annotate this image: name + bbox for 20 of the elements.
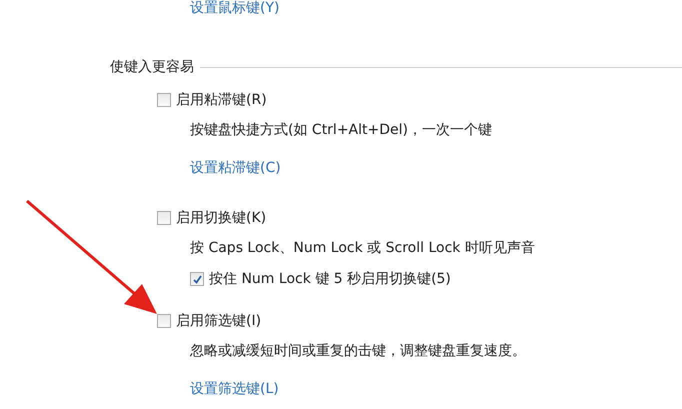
checkbox[interactable]: 启用粘滞键(R): [157, 90, 682, 110]
settings-link[interactable]: 设置筛选键(L): [190, 380, 279, 398]
section-title: 使键入更容易: [110, 58, 194, 77]
checkbox-box[interactable]: [157, 314, 171, 328]
checkbox-box[interactable]: [157, 211, 171, 225]
checkbox[interactable]: 启用筛选键(I): [157, 311, 682, 331]
checkbox-box[interactable]: [190, 272, 204, 286]
checkbox-label: 按住 Num Lock 键 5 秒启用切换键(5): [209, 270, 451, 289]
checkbox[interactable]: 启用切换键(K): [157, 208, 682, 228]
checkbox-label: 启用粘滞键(R): [176, 91, 267, 110]
checkbox-label: 启用筛选键(I): [176, 312, 262, 331]
checkbox[interactable]: 按住 Num Lock 键 5 秒启用切换键(5): [190, 269, 682, 289]
settings-link[interactable]: 设置粘滞键(C): [190, 159, 281, 177]
check-icon: [192, 274, 202, 284]
description-text: 忽略或减缓短时间或重复的击键，调整键盘重复速度。: [190, 342, 527, 361]
settings-link[interactable]: 设置鼠标键(Y): [190, 0, 280, 17]
description-text: 按键盘快捷方式(如 Ctrl+Alt+Del)，一次一个键: [190, 121, 493, 140]
checkbox-box[interactable]: [157, 93, 171, 107]
description-text: 按 Caps Lock、Num Lock 或 Scroll Lock 时听见声音: [190, 239, 536, 258]
checkbox-label: 启用切换键(K): [176, 209, 266, 228]
